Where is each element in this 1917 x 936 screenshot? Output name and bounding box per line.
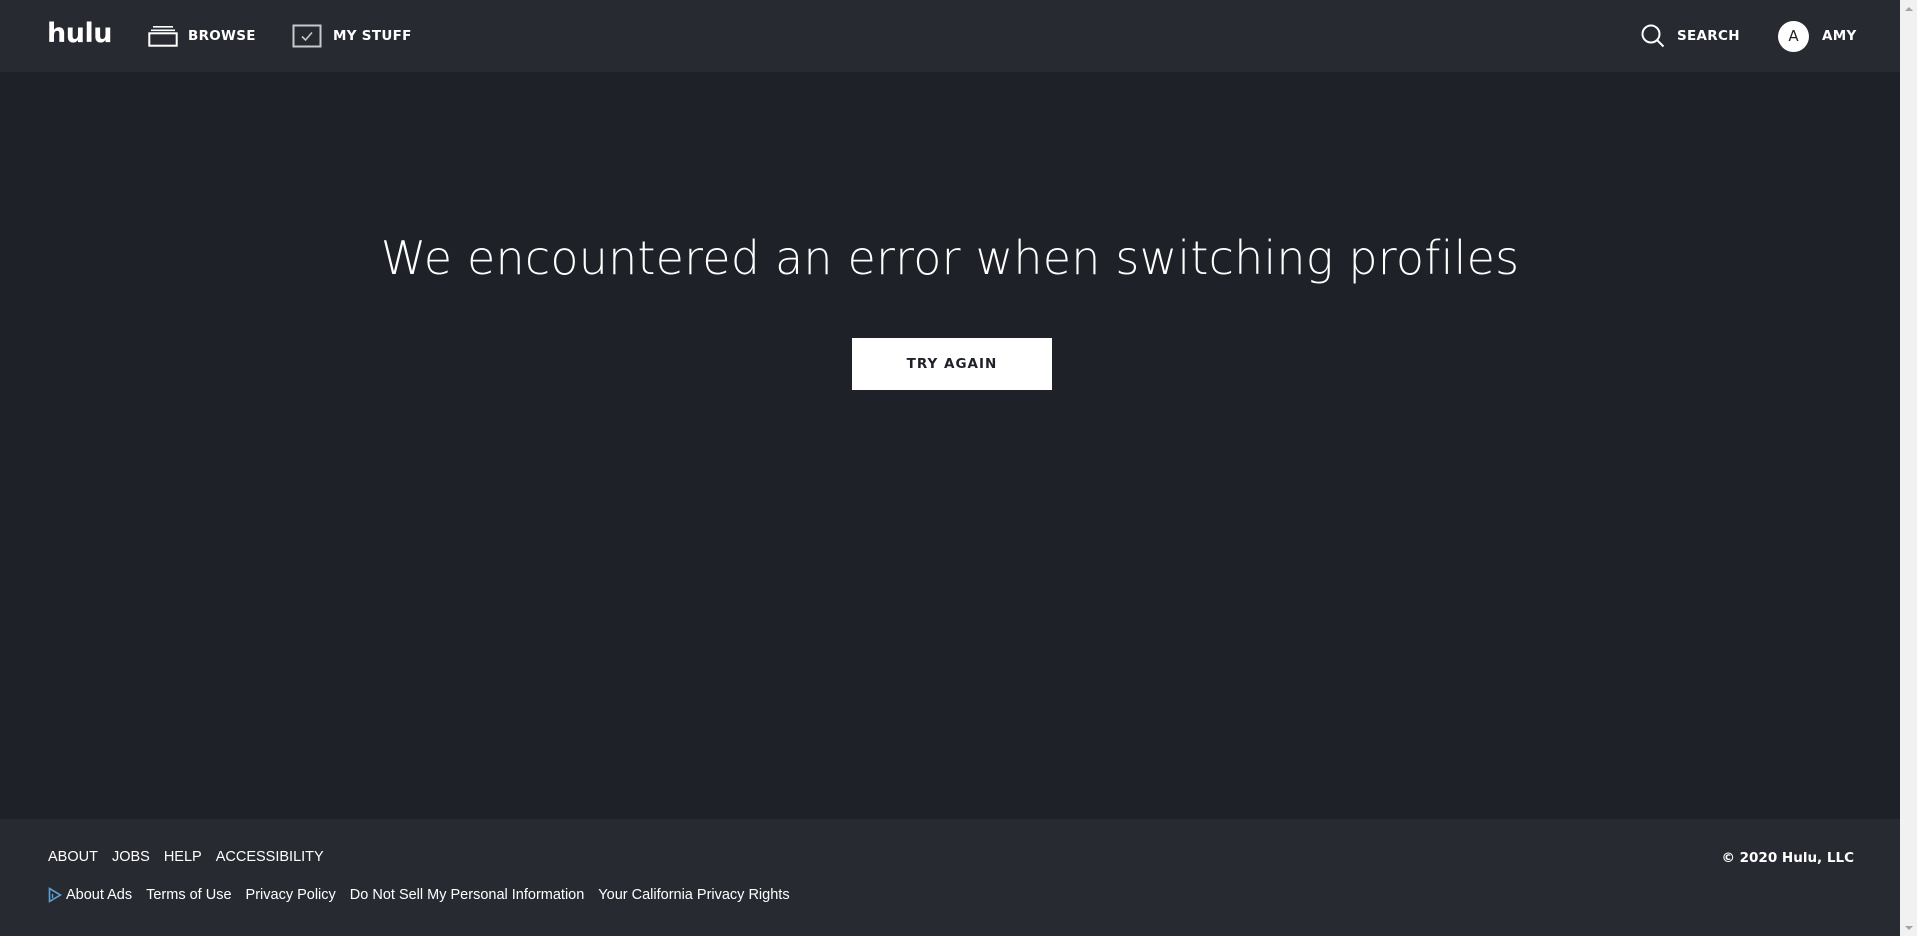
footer-link-privacy-policy[interactable]: Privacy Policy [246, 887, 336, 903]
profile-menu[interactable]: A AMY [1778, 20, 1857, 52]
nav-browse[interactable]: BROWSE [148, 22, 256, 50]
footer-link-jobs[interactable]: JOBS [112, 849, 150, 865]
try-again-button[interactable]: TRY AGAIN [852, 338, 1052, 390]
footer-link-california-privacy[interactable]: Your California Privacy Rights [598, 887, 789, 903]
avatar: A [1778, 20, 1809, 52]
error-message: We encountered an error when switching p… [380, 231, 1520, 285]
arrow-up-icon [1904, 6, 1913, 11]
footer-link-about[interactable]: ABOUT [48, 849, 98, 865]
footer: ABOUT JOBS HELP ACCESSIBILITY About Ads … [0, 819, 1900, 936]
footer-link-accessibility[interactable]: ACCESSIBILITY [216, 849, 324, 865]
nav-my-stuff[interactable]: MY STUFF [292, 22, 412, 50]
top-nav: hulu BROWSE MY STUFF SEARCH A AMY [0, 0, 1900, 72]
checkbox-check-icon [292, 24, 322, 48]
footer-link-about-ads[interactable]: About Ads [48, 887, 132, 903]
footer-link-do-not-sell[interactable]: Do Not Sell My Personal Information [350, 887, 585, 903]
about-ads-label: About Ads [66, 887, 133, 903]
nav-my-stuff-label: MY STUFF [333, 28, 412, 44]
nav-browse-label: BROWSE [188, 28, 256, 44]
search-label: SEARCH [1677, 28, 1740, 44]
arrow-down-icon [1904, 925, 1913, 930]
footer-link-help[interactable]: HELP [164, 849, 202, 865]
search-icon [1641, 24, 1665, 48]
hulu-logo[interactable]: hulu [47, 18, 112, 50]
footer-primary-links: ABOUT JOBS HELP ACCESSIBILITY [48, 849, 338, 865]
scroll-up-button[interactable] [1900, 0, 1917, 17]
scroll-down-button[interactable] [1900, 919, 1917, 936]
vertical-scrollbar[interactable] [1900, 0, 1917, 936]
copyright: © 2020 Hulu, LLC [1721, 850, 1854, 866]
browse-stack-icon [148, 26, 178, 47]
page: hulu BROWSE MY STUFF SEARCH A AMY We enc… [0, 0, 1900, 936]
adchoices-icon [48, 887, 62, 903]
profile-name: AMY [1822, 28, 1857, 44]
search-button[interactable]: SEARCH [1640, 22, 1740, 50]
footer-secondary-links: About Ads Terms of Use Privacy Policy Do… [48, 887, 804, 903]
footer-link-terms[interactable]: Terms of Use [146, 887, 231, 903]
